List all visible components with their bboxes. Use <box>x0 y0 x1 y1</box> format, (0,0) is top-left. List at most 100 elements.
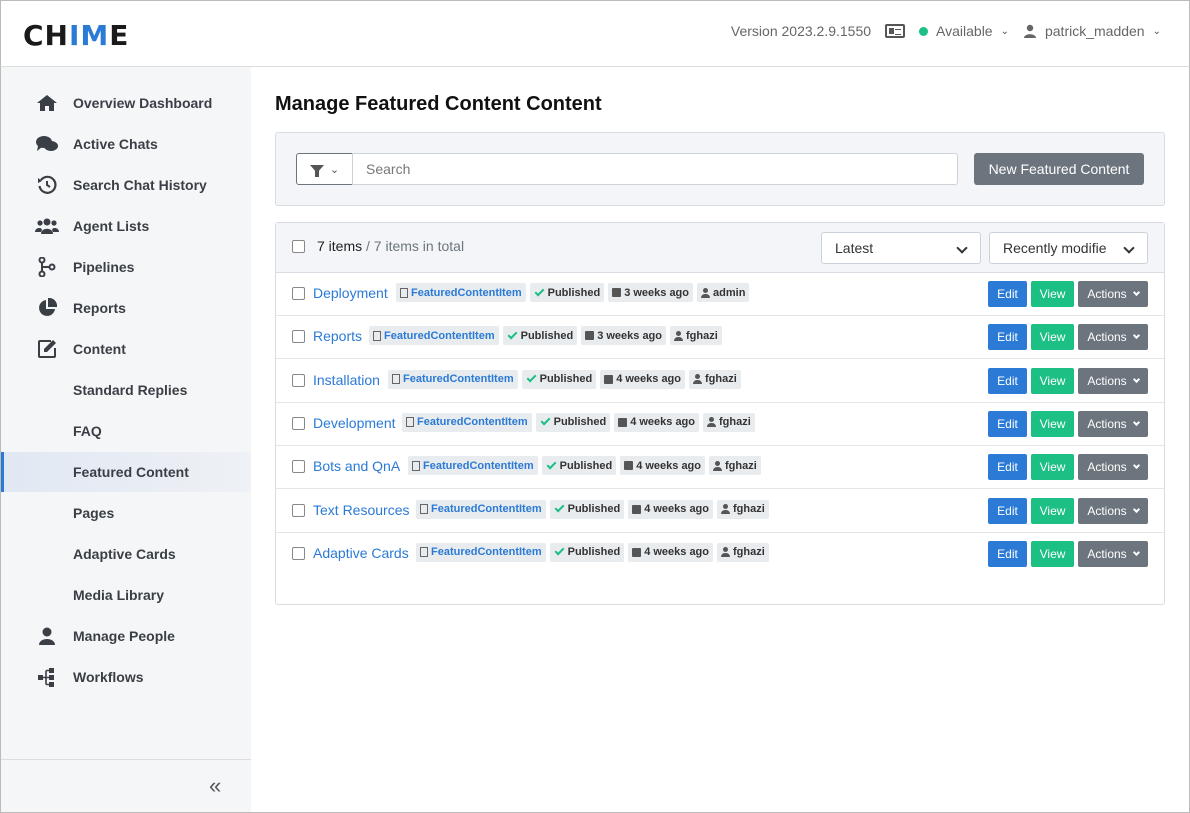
row-checkbox[interactable] <box>292 330 305 344</box>
select-all-checkbox[interactable] <box>292 240 305 253</box>
type-badge: FeaturedContentItem <box>416 542 546 562</box>
availability-label: Available <box>936 23 993 39</box>
sidebar-item-pipelines[interactable]: Pipelines <box>1 247 251 287</box>
chevron-down-icon <box>956 242 968 254</box>
edit-button[interactable]: Edit <box>988 454 1027 481</box>
row-checkbox[interactable] <box>292 416 305 430</box>
status-badge: Published <box>541 456 617 476</box>
availability-dropdown[interactable]: Available ⌄ <box>919 23 1009 39</box>
type-badge: FeaturedContentItem <box>416 499 546 519</box>
view-button[interactable]: View <box>1031 540 1074 567</box>
actions-dropdown-button[interactable]: Actions <box>1078 454 1148 481</box>
row-title-link[interactable]: Deployment <box>313 285 388 301</box>
sidebar-item-workflows[interactable]: Workflows <box>1 657 251 697</box>
user-menu[interactable]: patrick_madden ⌄ <box>1023 23 1161 39</box>
sidebar-item-featured-content[interactable]: Featured Content <box>1 452 251 492</box>
chevron-down-icon <box>1132 288 1140 297</box>
date-badge: 4 weeks ago <box>628 499 714 519</box>
sidebar-item-overview-dashboard[interactable]: Overview Dashboard <box>1 83 251 123</box>
item-count: 7 items / 7 items in total <box>317 238 465 254</box>
row-actions: Edit View Actions <box>988 540 1148 567</box>
sidebar-item-pages[interactable]: Pages <box>1 493 251 533</box>
edit-button[interactable]: Edit <box>988 367 1027 394</box>
row-title-link[interactable]: Reports <box>313 328 362 344</box>
table-row: Text Resources FeaturedContentItem Publish… <box>276 490 1164 533</box>
actions-dropdown-button[interactable]: Actions <box>1078 367 1148 394</box>
sidebar-item-manage-people[interactable]: Manage People <box>1 616 251 656</box>
author-badge: fghazi <box>709 456 761 476</box>
view-button[interactable]: View <box>1031 367 1074 394</box>
new-featured-content-button[interactable]: New Featured Content <box>974 153 1144 185</box>
sidebar-item-faq[interactable]: FAQ <box>1 411 251 451</box>
document-icon <box>420 547 428 558</box>
sidebar-item-reports[interactable]: Reports <box>1 288 251 328</box>
user-icon <box>674 330 684 341</box>
chevron-down-icon <box>1123 242 1135 254</box>
view-button[interactable]: View <box>1031 454 1074 481</box>
type-badge: FeaturedContentItem <box>388 369 518 389</box>
view-button[interactable]: View <box>1031 281 1074 307</box>
document-icon <box>400 287 408 298</box>
row-checkbox[interactable] <box>292 287 305 300</box>
row-actions: Edit View Actions <box>988 324 1148 351</box>
table-row: Bots and QnA FeaturedContentItem Published… <box>276 446 1164 490</box>
author-badge: admin <box>697 283 750 302</box>
edit-button[interactable]: Edit <box>988 540 1027 567</box>
pie-chart-icon <box>33 298 61 318</box>
edit-button[interactable]: Edit <box>988 497 1027 524</box>
calendar-icon <box>632 547 642 557</box>
row-checkbox[interactable] <box>292 460 305 474</box>
chevron-down-icon <box>1132 462 1140 470</box>
sidebar-item-adaptive-cards[interactable]: Adaptive Cards <box>1 534 251 574</box>
status-badge: Published <box>529 283 605 302</box>
user-icon <box>713 460 723 471</box>
filter-button[interactable]: ⌄ <box>296 153 353 185</box>
row-title-link[interactable]: Installation <box>313 372 380 388</box>
chevron-down-icon <box>1132 375 1140 383</box>
sidebar: Overview Dashboard Active Chats Search C… <box>0 67 251 813</box>
view-button[interactable]: View <box>1031 410 1074 437</box>
row-checkbox[interactable] <box>292 546 305 560</box>
row-checkbox[interactable] <box>292 503 305 517</box>
sidebar-item-standard-replies[interactable]: Standard Replies <box>1 370 251 410</box>
sidebar-item-media-library[interactable]: Media Library <box>1 575 251 615</box>
sidebar-item-agent-lists[interactable]: Agent Lists <box>1 206 251 246</box>
date-badge: 4 weeks ago <box>600 369 686 389</box>
sidebar-item-active-chats[interactable]: Active Chats <box>1 124 251 164</box>
actions-dropdown-button[interactable]: Actions <box>1078 324 1148 351</box>
edit-button[interactable]: Edit <box>988 410 1027 437</box>
header-right: Version 2023.2.9.1550 Available ⌄ patric… <box>731 23 1161 39</box>
edit-button[interactable]: Edit <box>988 324 1027 351</box>
actions-dropdown-button[interactable]: Actions <box>1078 281 1148 307</box>
type-badge: FeaturedContentItem <box>396 283 526 302</box>
search-input[interactable] <box>352 153 958 185</box>
sidebar-item-content[interactable]: Content <box>1 329 251 369</box>
actions-dropdown-button[interactable]: Actions <box>1078 410 1148 437</box>
chime-logo[interactable]: CHIME <box>23 19 129 52</box>
sort-order-select[interactable]: Latest <box>821 232 981 264</box>
actions-dropdown-button[interactable]: Actions <box>1078 497 1148 524</box>
page-title: Manage Featured Content Content <box>275 93 602 115</box>
sort-field-select[interactable]: Recently modifie <box>989 232 1148 264</box>
search-panel: ⌄ New Featured Content <box>275 132 1165 206</box>
list-header: 7 items / 7 items in total Latest Recent… <box>276 223 1164 273</box>
chevron-down-icon <box>1132 505 1140 513</box>
view-button[interactable]: View <box>1031 324 1074 351</box>
view-button[interactable]: View <box>1031 497 1074 524</box>
author-badge: fghazi <box>670 326 722 346</box>
row-title-link[interactable]: Bots and QnA <box>313 458 400 474</box>
actions-dropdown-button[interactable]: Actions <box>1078 540 1148 567</box>
sidebar-item-search-chat-history[interactable]: Search Chat History <box>1 165 251 205</box>
edit-button[interactable]: Edit <box>988 281 1027 307</box>
status-badge: Published <box>535 412 611 432</box>
row-badges: FeaturedContentItem Published 4 weeks ago f… <box>416 542 769 562</box>
username-label: patrick_madden <box>1044 23 1145 39</box>
row-checkbox[interactable] <box>292 373 305 387</box>
row-title-link[interactable]: Adaptive Cards <box>313 545 409 561</box>
table-row: Deployment FeaturedContentItem Published 3 … <box>276 273 1164 316</box>
row-title-link[interactable]: Development <box>313 415 396 431</box>
collapse-sidebar-icon[interactable]: « <box>209 773 221 799</box>
row-title-link[interactable]: Text Resources <box>313 502 409 518</box>
date-badge: 3 weeks ago <box>608 283 694 302</box>
id-card-icon[interactable] <box>885 24 906 38</box>
